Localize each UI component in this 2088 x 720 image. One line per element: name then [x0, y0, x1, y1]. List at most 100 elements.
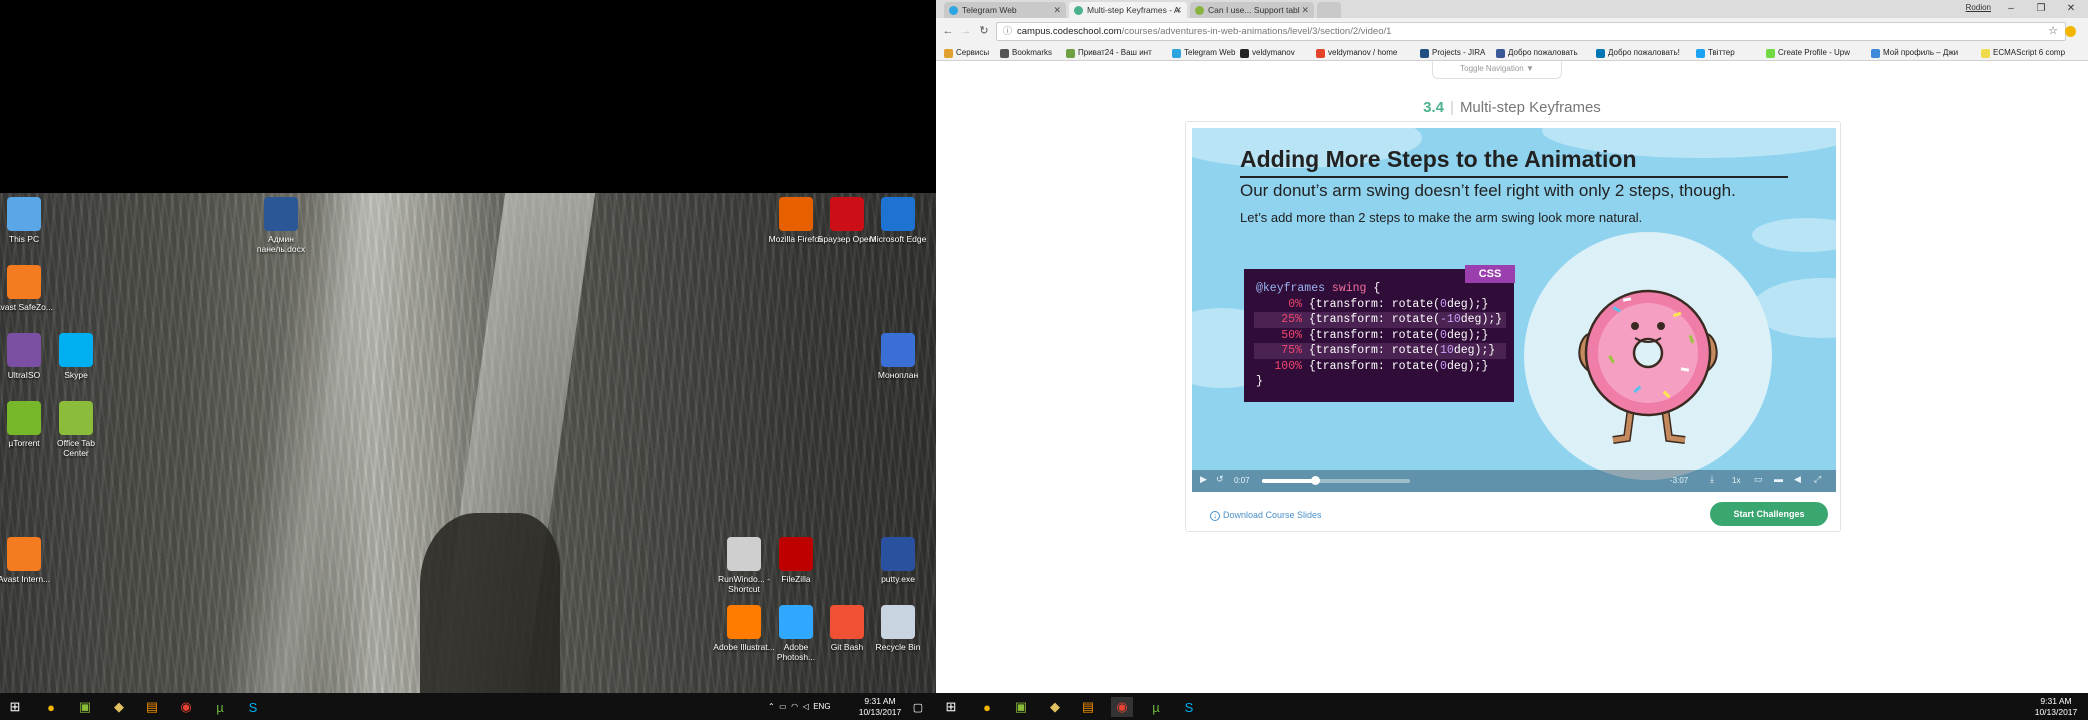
tray-volume-icon[interactable]: ◁ — [803, 702, 809, 711]
desktop-shortcut[interactable]: FileZilla — [764, 537, 828, 584]
download-slides-link[interactable]: ↓ Download Course Slides — [1210, 510, 1322, 521]
bookmark-item[interactable]: Приват24 - Ваш инт — [1066, 46, 1152, 60]
captions-icon[interactable]: ▭ — [1754, 474, 1763, 485]
minimize-icon[interactable]: – — [1996, 0, 2026, 18]
skype-icon — [59, 333, 93, 367]
video-progress-bar[interactable] — [1262, 476, 1410, 485]
desktop-shortcut[interactable]: Админ панель.docx — [249, 197, 313, 254]
bookmark-item[interactable]: Мой профиль – Джи — [1871, 46, 1958, 60]
taskbar-app-icon[interactable]: ▣ — [74, 697, 96, 717]
window-close-icon[interactable]: ✕ — [2056, 0, 2086, 18]
taskbar-app-icon[interactable]: ● — [40, 697, 62, 717]
utorrent-icon[interactable]: µ — [1145, 697, 1167, 717]
bookmark-item[interactable]: Твіттер — [1696, 46, 1735, 60]
chrome-icon[interactable]: ◉ — [175, 697, 197, 717]
fullscreen-icon[interactable]: ⤢ — [1814, 474, 1821, 485]
utorrent-icon[interactable]: µ — [209, 697, 231, 717]
taskbar-app-icon[interactable]: ◆ — [1044, 697, 1066, 717]
new-tab-button[interactable] — [1317, 2, 1341, 18]
tray-language[interactable]: ENG — [813, 702, 830, 711]
reload-icon[interactable]: ↻ — [976, 23, 992, 39]
taskbar-app-icon[interactable]: ◆ — [108, 697, 130, 717]
browser-toolbar: ← → ↻ ⓘ campus.codeschool.com/courses/ad… — [936, 18, 2088, 45]
action-center-icon[interactable]: ▢ — [907, 697, 929, 717]
bookmark-item[interactable]: Сервисы — [944, 46, 989, 60]
taskbar-clock[interactable]: 9:31 AM 10/13/2017 — [850, 696, 910, 718]
desktop-shortcut[interactable]: Avast Intern... — [0, 537, 56, 584]
cloud-decoration — [1752, 218, 1836, 252]
system-tray[interactable]: ⌃ ▭ ◠ ◁ ENG — [768, 693, 831, 720]
profile-name[interactable]: Rodion — [1966, 3, 1991, 12]
video-controls: ▶ ↺ 0:07 -3:07 ⤓ 1x ▭ ▬ ◀ ⤢ — [1192, 470, 1836, 492]
bookmark-item[interactable]: Bookmarks — [1000, 46, 1052, 60]
tray-network-icon[interactable]: ▭ — [779, 702, 787, 711]
chrome-icon[interactable]: ◉ — [1111, 697, 1133, 717]
desktop-shortcut[interactable]: putty.exe — [866, 537, 930, 584]
restore-icon[interactable]: ❐ — [2026, 0, 2056, 18]
css-badge: CSS — [1465, 265, 1515, 283]
wallpaper-rock-outcrop — [420, 513, 560, 693]
bookmark-favicon-icon — [1496, 49, 1505, 58]
tab-caniuse[interactable]: Can I use... Support tabl ✕ — [1190, 2, 1314, 18]
bookmark-star-icon[interactable]: ☆ — [2048, 24, 2058, 37]
bookmark-item[interactable]: Добро пожаловать! — [1596, 46, 1680, 60]
video-player[interactable]: Adding More Steps to the Animation Our d… — [1192, 128, 1836, 492]
git-bash-icon — [830, 605, 864, 639]
bookmark-item[interactable]: Telegram Web — [1172, 46, 1235, 60]
forward-arrow-icon[interactable]: → — [958, 23, 974, 39]
desktop-shortcut[interactable]: Office Tab Center — [44, 401, 108, 458]
extension-icon[interactable] — [2065, 26, 2076, 37]
desktop-shortcut[interactable]: This PC — [0, 197, 56, 244]
close-icon[interactable]: ✕ — [1053, 2, 1061, 18]
tab-telegram[interactable]: Telegram Web ✕ — [944, 2, 1066, 18]
bookmark-item[interactable]: Create Profile - Upw — [1766, 46, 1850, 60]
putty-icon — [881, 537, 915, 571]
taskbar-app-icon[interactable]: ● — [976, 697, 998, 717]
sublime-text-icon[interactable]: ▤ — [1077, 697, 1099, 717]
start-challenges-button[interactable]: Start Challenges — [1710, 502, 1828, 526]
desktop-shortcut[interactable]: Recycle Bin — [866, 605, 930, 652]
taskbar-clock[interactable]: 9:31 AM 10/13/2017 — [2026, 696, 2086, 718]
close-icon[interactable]: ✕ — [1301, 2, 1309, 18]
office-tab-icon — [59, 401, 93, 435]
replay-icon[interactable]: ↺ — [1216, 474, 1224, 485]
sublime-text-icon[interactable]: ▤ — [141, 697, 163, 717]
start-button[interactable]: ⊞ — [940, 697, 962, 717]
bookmark-label: Твіттер — [1708, 48, 1735, 57]
toggle-navigation-button[interactable]: Toggle Navigation ▼ — [1432, 61, 1562, 79]
bookmark-item[interactable]: Projects - JIRA — [1420, 46, 1485, 60]
bookmark-item[interactable]: veldymanov — [1240, 46, 1295, 60]
tray-chevron-icon[interactable]: ⌃ — [768, 702, 775, 711]
start-button[interactable]: ⊞ — [4, 697, 26, 717]
code-line-close: } — [1256, 375, 1263, 388]
bookmark-label: Projects - JIRA — [1432, 48, 1486, 57]
desktop-shortcut[interactable]: Skype — [44, 333, 108, 380]
codeschool-icon — [1074, 6, 1083, 15]
lesson-number: 3.4 — [1423, 99, 1445, 116]
skype-icon[interactable]: S — [1178, 697, 1200, 717]
play-icon[interactable]: ▶ — [1200, 474, 1207, 485]
playback-speed[interactable]: 1x — [1732, 476, 1740, 485]
info-icon[interactable]: ⓘ — [1003, 23, 1012, 40]
desktop-shortcut[interactable]: Моноплан — [866, 333, 930, 380]
taskbar-app-icon[interactable]: ▣ — [1010, 697, 1032, 717]
desktop-shortcut[interactable]: Avast SafeZo... — [0, 265, 56, 312]
volume-icon[interactable]: ◀ — [1794, 474, 1801, 485]
skype-icon[interactable]: S — [242, 697, 264, 717]
back-arrow-icon[interactable]: ← — [940, 23, 956, 39]
bookmark-item[interactable]: Добро пожаловать — [1496, 46, 1578, 60]
tab-title: Telegram Web — [962, 5, 1017, 15]
video-scrubber-handle[interactable] — [1311, 476, 1321, 485]
wide-mode-icon[interactable]: ▬ — [1774, 474, 1783, 484]
tray-wifi-icon[interactable]: ◠ — [791, 702, 798, 711]
address-bar[interactable]: ⓘ campus.codeschool.com/courses/adventur… — [996, 22, 2066, 41]
bookmark-item[interactable]: ECMAScript 6 comp — [1981, 46, 2065, 60]
desktop-shortcut[interactable]: Microsoft Edge — [866, 197, 930, 244]
download-icon[interactable]: ⤓ — [1710, 474, 1714, 485]
close-icon[interactable]: ✕ — [1174, 2, 1182, 18]
bookmark-label: ECMAScript 6 comp — [1993, 48, 2066, 57]
desktop-shortcut-label: Recycle Bin — [875, 642, 921, 652]
utorrent-icon — [7, 401, 41, 435]
bookmark-item[interactable]: veldymanov / home — [1316, 46, 1397, 60]
tab-codeschool[interactable]: Multi-step Keyframes - A ✕ — [1069, 2, 1187, 18]
